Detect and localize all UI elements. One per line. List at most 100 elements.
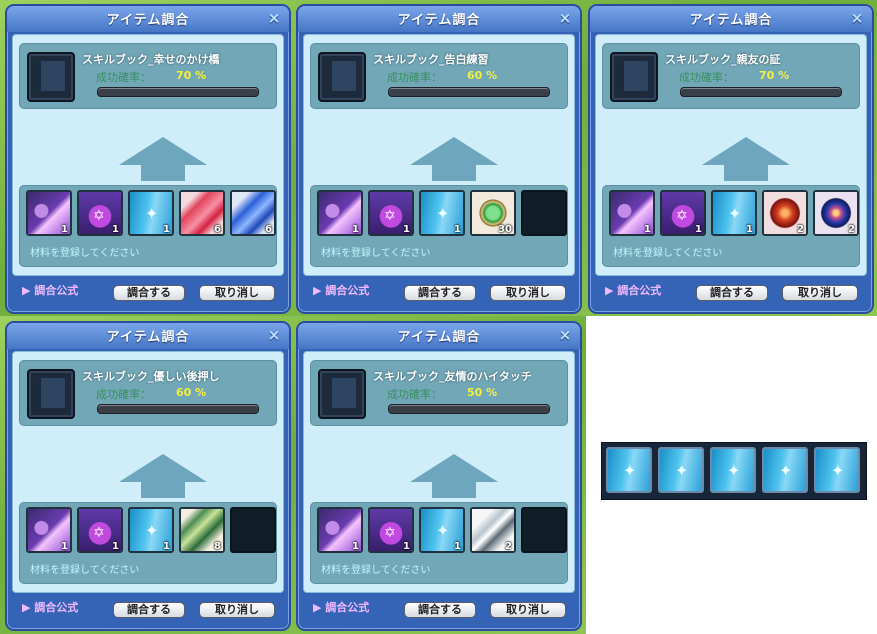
material-slot[interactable]: 1 bbox=[609, 190, 655, 236]
craft-panel: スキルブック_幸せのかけ橋 成功確率： 70 % 1 1 1 6 6 材料を登録してくだ… bbox=[12, 34, 284, 276]
material-quantity: 1 bbox=[695, 224, 702, 235]
material-slot[interactable]: 1 bbox=[368, 507, 414, 553]
material-quantity: 1 bbox=[403, 541, 410, 552]
material-slot[interactable]: 30 bbox=[470, 190, 516, 236]
material-slot[interactable]: 6 bbox=[230, 190, 276, 236]
material-quantity: 2 bbox=[848, 224, 855, 235]
crafted-item-slot[interactable] bbox=[762, 447, 808, 493]
success-rate-value: 70 % bbox=[176, 69, 207, 82]
window-titlebar[interactable]: アイテム調合 × bbox=[298, 6, 580, 32]
material-slot[interactable]: 6 bbox=[179, 190, 225, 236]
crafted-books-strip bbox=[601, 442, 867, 500]
material-slot[interactable]: 2 bbox=[813, 190, 859, 236]
register-materials-hint: 材料を登録してください bbox=[613, 248, 723, 259]
success-rate-label: 成功確率： bbox=[679, 71, 734, 84]
item-craft-window: アイテム調合 × スキルブック_友情のハイタッチ 成功確率： 50 % 1 1 1 2… bbox=[296, 321, 582, 631]
material-slot[interactable]: 1 bbox=[77, 190, 123, 236]
success-rate-value: 60 % bbox=[176, 386, 207, 399]
materials-box: 1 1 1 2 材料を登録してください bbox=[310, 502, 568, 584]
cancel-button[interactable]: 取り消し bbox=[490, 602, 566, 618]
material-slot[interactable] bbox=[521, 190, 567, 236]
material-slot[interactable]: 1 bbox=[128, 190, 174, 236]
material-quantity: 6 bbox=[265, 224, 272, 235]
close-icon[interactable]: × bbox=[265, 8, 283, 28]
craft-formula-link[interactable]: ▶ 調合公式 bbox=[313, 282, 369, 298]
craft-button[interactable]: 調合する bbox=[404, 602, 476, 618]
craft-formula-link[interactable]: ▶ 調合公式 bbox=[22, 599, 78, 615]
result-book-icon bbox=[610, 52, 658, 102]
material-quantity: 2 bbox=[797, 224, 804, 235]
material-slot[interactable] bbox=[521, 507, 567, 553]
window-titlebar[interactable]: アイテム調合 × bbox=[590, 6, 872, 32]
skill-book-icon bbox=[712, 449, 754, 491]
material-slot[interactable]: 2 bbox=[470, 507, 516, 553]
close-icon[interactable]: × bbox=[556, 325, 574, 345]
result-item-name: スキルブック_友情のハイタッチ bbox=[373, 370, 532, 383]
crafted-item-slot[interactable] bbox=[710, 447, 756, 493]
item-craft-window: アイテム調合 × スキルブック_親友の証 成功確率： 70 % 1 1 1 2 2 材料… bbox=[588, 4, 874, 314]
material-slot[interactable]: 8 bbox=[179, 507, 225, 553]
material-quantity: 1 bbox=[61, 224, 68, 235]
material-slot[interactable]: 1 bbox=[77, 507, 123, 553]
material-slot[interactable]: 1 bbox=[317, 190, 363, 236]
material-slot[interactable]: 1 bbox=[368, 190, 414, 236]
cancel-button[interactable]: 取り消し bbox=[782, 285, 858, 301]
result-book-icon bbox=[27, 369, 75, 419]
arrow-up-icon-stem bbox=[724, 165, 768, 181]
material-slot[interactable]: 1 bbox=[317, 507, 363, 553]
result-item-name: スキルブック_親友の証 bbox=[665, 53, 781, 66]
material-slot[interactable]: 1 bbox=[711, 190, 757, 236]
arrow-up-icon bbox=[119, 137, 207, 165]
craft-formula-link[interactable]: ▶ 調合公式 bbox=[313, 599, 369, 615]
result-item-box: スキルブック_優しい後押し 成功確率： 60 % bbox=[19, 360, 277, 426]
material-quantity: 1 bbox=[61, 541, 68, 552]
close-icon[interactable]: × bbox=[265, 325, 283, 345]
material-quantity: 1 bbox=[403, 224, 410, 235]
crafted-item-slot[interactable] bbox=[814, 447, 860, 493]
craft-panel: スキルブック_親友の証 成功確率： 70 % 1 1 1 2 2 材料を登録してください bbox=[595, 34, 867, 276]
cancel-button[interactable]: 取り消し bbox=[199, 285, 275, 301]
craft-panel: スキルブック_優しい後押し 成功確率： 60 % 1 1 1 8 材料を登録してくださ… bbox=[12, 351, 284, 593]
close-icon[interactable]: × bbox=[848, 8, 866, 28]
craft-button[interactable]: 調合する bbox=[404, 285, 476, 301]
craft-panel: スキルブック_友情のハイタッチ 成功確率： 50 % 1 1 1 2 材料を登録してく… bbox=[303, 351, 575, 593]
result-item-name: スキルブック_幸せのかけ橋 bbox=[82, 53, 220, 66]
crafted-item-slot[interactable] bbox=[658, 447, 704, 493]
arrow-up-icon-stem bbox=[432, 482, 476, 498]
crafted-item-slot[interactable] bbox=[606, 447, 652, 493]
window-titlebar[interactable]: アイテム調合 × bbox=[298, 323, 580, 349]
material-quantity: 1 bbox=[352, 541, 359, 552]
material-quantity: 8 bbox=[214, 541, 221, 552]
craft-button[interactable]: 調合する bbox=[696, 285, 768, 301]
material-slot[interactable]: 2 bbox=[762, 190, 808, 236]
window-titlebar[interactable]: アイテム調合 × bbox=[7, 323, 289, 349]
material-slot[interactable]: 1 bbox=[419, 190, 465, 236]
craft-formula-link[interactable]: ▶ 調合公式 bbox=[22, 282, 78, 298]
craft-progress-bar bbox=[388, 87, 550, 97]
material-quantity: 1 bbox=[163, 541, 170, 552]
material-slot[interactable]: 1 bbox=[660, 190, 706, 236]
material-slot[interactable]: 1 bbox=[26, 190, 72, 236]
cancel-button[interactable]: 取り消し bbox=[199, 602, 275, 618]
material-slot[interactable]: 1 bbox=[128, 507, 174, 553]
material-quantity: 6 bbox=[214, 224, 221, 235]
material-slot[interactable] bbox=[230, 507, 276, 553]
material-quantity: 1 bbox=[746, 224, 753, 235]
window-titlebar[interactable]: アイテム調合 × bbox=[7, 6, 289, 32]
item-craft-window: アイテム調合 × スキルブック_優しい後押し 成功確率： 60 % 1 1 1 8 材… bbox=[5, 321, 291, 631]
craft-button[interactable]: 調合する bbox=[113, 602, 185, 618]
result-book-icon bbox=[27, 52, 75, 102]
register-materials-hint: 材料を登録してください bbox=[321, 248, 431, 259]
result-item-name: スキルブック_告白練習 bbox=[373, 53, 489, 66]
material-slot[interactable]: 1 bbox=[419, 507, 465, 553]
craft-progress-bar bbox=[680, 87, 842, 97]
material-slot[interactable]: 1 bbox=[26, 507, 72, 553]
arrow-up-icon bbox=[410, 137, 498, 165]
materials-box: 1 1 1 8 材料を登録してください bbox=[19, 502, 277, 584]
arrow-up-icon bbox=[702, 137, 790, 165]
arrow-up-icon-stem bbox=[141, 482, 185, 498]
close-icon[interactable]: × bbox=[556, 8, 574, 28]
craft-button[interactable]: 調合する bbox=[113, 285, 185, 301]
cancel-button[interactable]: 取り消し bbox=[490, 285, 566, 301]
craft-formula-link[interactable]: ▶ 調合公式 bbox=[605, 282, 661, 298]
